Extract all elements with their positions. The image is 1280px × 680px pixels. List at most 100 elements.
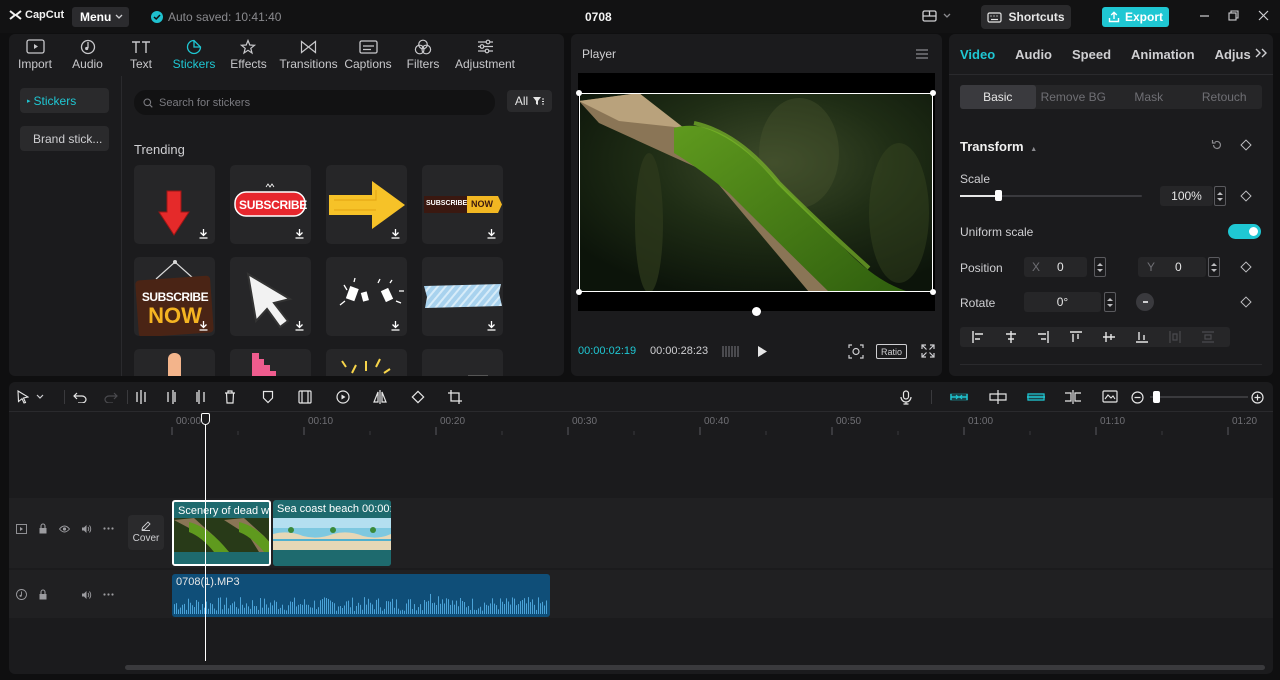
align-left-icon[interactable] <box>972 331 984 343</box>
maximize-button[interactable] <box>1228 10 1239 24</box>
sticker-subscribe-now-banner[interactable]: SUBSCRIBE NOW <box>422 165 503 244</box>
marker-button[interactable] <box>262 389 274 405</box>
main-track-magnet-button[interactable] <box>950 389 968 405</box>
freeze-button[interactable] <box>298 389 312 405</box>
auto-snap-button[interactable] <box>989 389 1007 405</box>
fullscreen-toggle-button[interactable] <box>722 345 741 361</box>
sticker-tape[interactable] <box>422 257 503 336</box>
tab-audio[interactable]: Audio <box>1005 47 1062 62</box>
linkage-button[interactable] <box>1026 389 1046 405</box>
sticker-item[interactable] <box>422 349 503 376</box>
rotate-dial[interactable] <box>1136 293 1154 311</box>
more-options-icon[interactable] <box>103 527 114 530</box>
reset-button[interactable] <box>1211 139 1223 154</box>
more-options-icon[interactable] <box>103 593 114 596</box>
align-right-icon[interactable] <box>1037 331 1049 343</box>
subtab-retouch[interactable]: Retouch <box>1187 85 1263 109</box>
lock-icon[interactable] <box>38 523 48 534</box>
timeline-scrollbar[interactable] <box>125 665 1265 670</box>
fullscreen-button[interactable] <box>921 344 935 361</box>
sticker-hand[interactable] <box>134 349 215 376</box>
speaker-icon[interactable] <box>81 524 92 534</box>
tab-speed[interactable]: Speed <box>1062 47 1121 62</box>
position-y-input[interactable]: Y 0 <box>1138 257 1206 277</box>
align-top-icon[interactable] <box>1070 331 1082 343</box>
ratio-button[interactable]: Ratio <box>876 344 907 359</box>
sticker-cursor[interactable] <box>230 257 311 336</box>
minimize-button[interactable] <box>1199 10 1210 24</box>
menu-button[interactable]: Menu <box>72 7 129 27</box>
scale-slider[interactable] <box>960 190 1142 201</box>
sidebar-item-stickers[interactable]: ▸ Stickers <box>20 88 109 113</box>
reverse-button[interactable] <box>336 389 350 405</box>
position-x-stepper[interactable] <box>1094 257 1106 277</box>
sticker-subscribe-now-sign[interactable]: SUBSCRIBE NOW <box>134 257 215 336</box>
tab-text[interactable]: Text <box>114 34 168 74</box>
player-canvas[interactable] <box>578 73 935 311</box>
delete-right-button[interactable] <box>195 389 207 405</box>
speaker-icon[interactable] <box>81 590 92 600</box>
close-button[interactable] <box>1258 10 1269 24</box>
record-voice-button[interactable] <box>900 389 912 405</box>
audio-clip[interactable]: 0708(1).MP3 <box>172 574 550 617</box>
layout-button[interactable] <box>922 10 951 22</box>
zoom-in-button[interactable] <box>1251 389 1264 405</box>
rotate-stepper[interactable] <box>1104 292 1116 312</box>
tab-audio[interactable]: Audio <box>61 34 114 74</box>
sidebar-item-brand-stickers[interactable]: Brand stick... <box>20 126 109 151</box>
more-tabs-button[interactable] <box>1253 47 1271 61</box>
align-center-vertical-icon[interactable] <box>1103 331 1115 343</box>
delete-left-button[interactable] <box>165 389 177 405</box>
video-clip-third[interactable]: 00:00: <box>359 500 391 518</box>
subtab-mask[interactable]: Mask <box>1111 85 1187 109</box>
rotate-button[interactable] <box>411 389 425 405</box>
tab-captions[interactable]: Captions <box>340 34 396 74</box>
undo-button[interactable] <box>73 389 87 405</box>
tab-adjustment[interactable]: Adjus <box>1205 47 1251 62</box>
tab-adjustment[interactable]: Adjustment <box>450 34 520 74</box>
keyframe-icon[interactable] <box>1240 139 1252 151</box>
crop-button[interactable] <box>448 389 462 405</box>
eye-icon[interactable] <box>59 525 70 533</box>
subtab-basic[interactable]: Basic <box>960 85 1036 109</box>
lock-icon[interactable] <box>38 589 48 600</box>
keyframe-icon[interactable] <box>1240 296 1252 308</box>
tab-transitions[interactable]: Transitions <box>277 34 340 74</box>
tab-effects[interactable]: Effects <box>220 34 277 74</box>
align-center-horizontal-icon[interactable] <box>1005 331 1017 343</box>
scale-slider-thumb[interactable] <box>995 190 1002 201</box>
delete-button[interactable] <box>224 389 236 405</box>
keyframe-icon[interactable] <box>1240 261 1252 273</box>
rotate-input[interactable]: 0° <box>1024 292 1101 312</box>
sticker-confetti[interactable] <box>326 257 407 336</box>
tab-filters[interactable]: Filters <box>396 34 450 74</box>
mirror-button[interactable] <box>373 389 387 405</box>
select-tool-button[interactable] <box>17 389 44 405</box>
sticker-red-arrow[interactable] <box>134 165 215 244</box>
sticker-subscribe-red[interactable]: SUBSCRIBE <box>230 165 311 244</box>
playhead[interactable] <box>201 413 210 661</box>
tab-animation[interactable]: Animation <box>1121 47 1205 62</box>
scale-stepper[interactable] <box>1214 186 1226 206</box>
sticker-yellow-arrow[interactable] <box>326 165 407 244</box>
zoom-out-button[interactable] <box>1131 389 1144 405</box>
subtab-remove-bg[interactable]: Remove BG <box>1036 85 1112 109</box>
zoom-slider-thumb[interactable] <box>1153 391 1160 403</box>
split-button[interactable] <box>135 389 147 405</box>
sticker-search-input[interactable]: Search for stickers <box>134 90 495 115</box>
playhead-handle[interactable] <box>201 413 210 425</box>
scale-value-input[interactable]: 100% <box>1160 186 1213 206</box>
keyframe-icon[interactable] <box>1240 190 1252 202</box>
position-y-stepper[interactable] <box>1208 257 1220 277</box>
zoom-slider[interactable] <box>1150 391 1248 403</box>
player-menu-button[interactable] <box>916 48 928 62</box>
thumbnail-view-button[interactable] <box>1102 389 1118 405</box>
tab-video[interactable]: Video <box>950 47 1005 62</box>
tab-stickers[interactable]: Stickers <box>168 34 220 74</box>
align-bottom-icon[interactable] <box>1136 331 1148 343</box>
preview-axis-button[interactable] <box>1064 389 1082 405</box>
video-clip-forest[interactable]: Scenery of dead wo <box>172 500 271 566</box>
transform-section-title[interactable]: Transform ▲ <box>960 139 1037 154</box>
tab-import[interactable]: Import <box>9 34 61 74</box>
sticker-pink-stairs[interactable] <box>230 349 311 376</box>
